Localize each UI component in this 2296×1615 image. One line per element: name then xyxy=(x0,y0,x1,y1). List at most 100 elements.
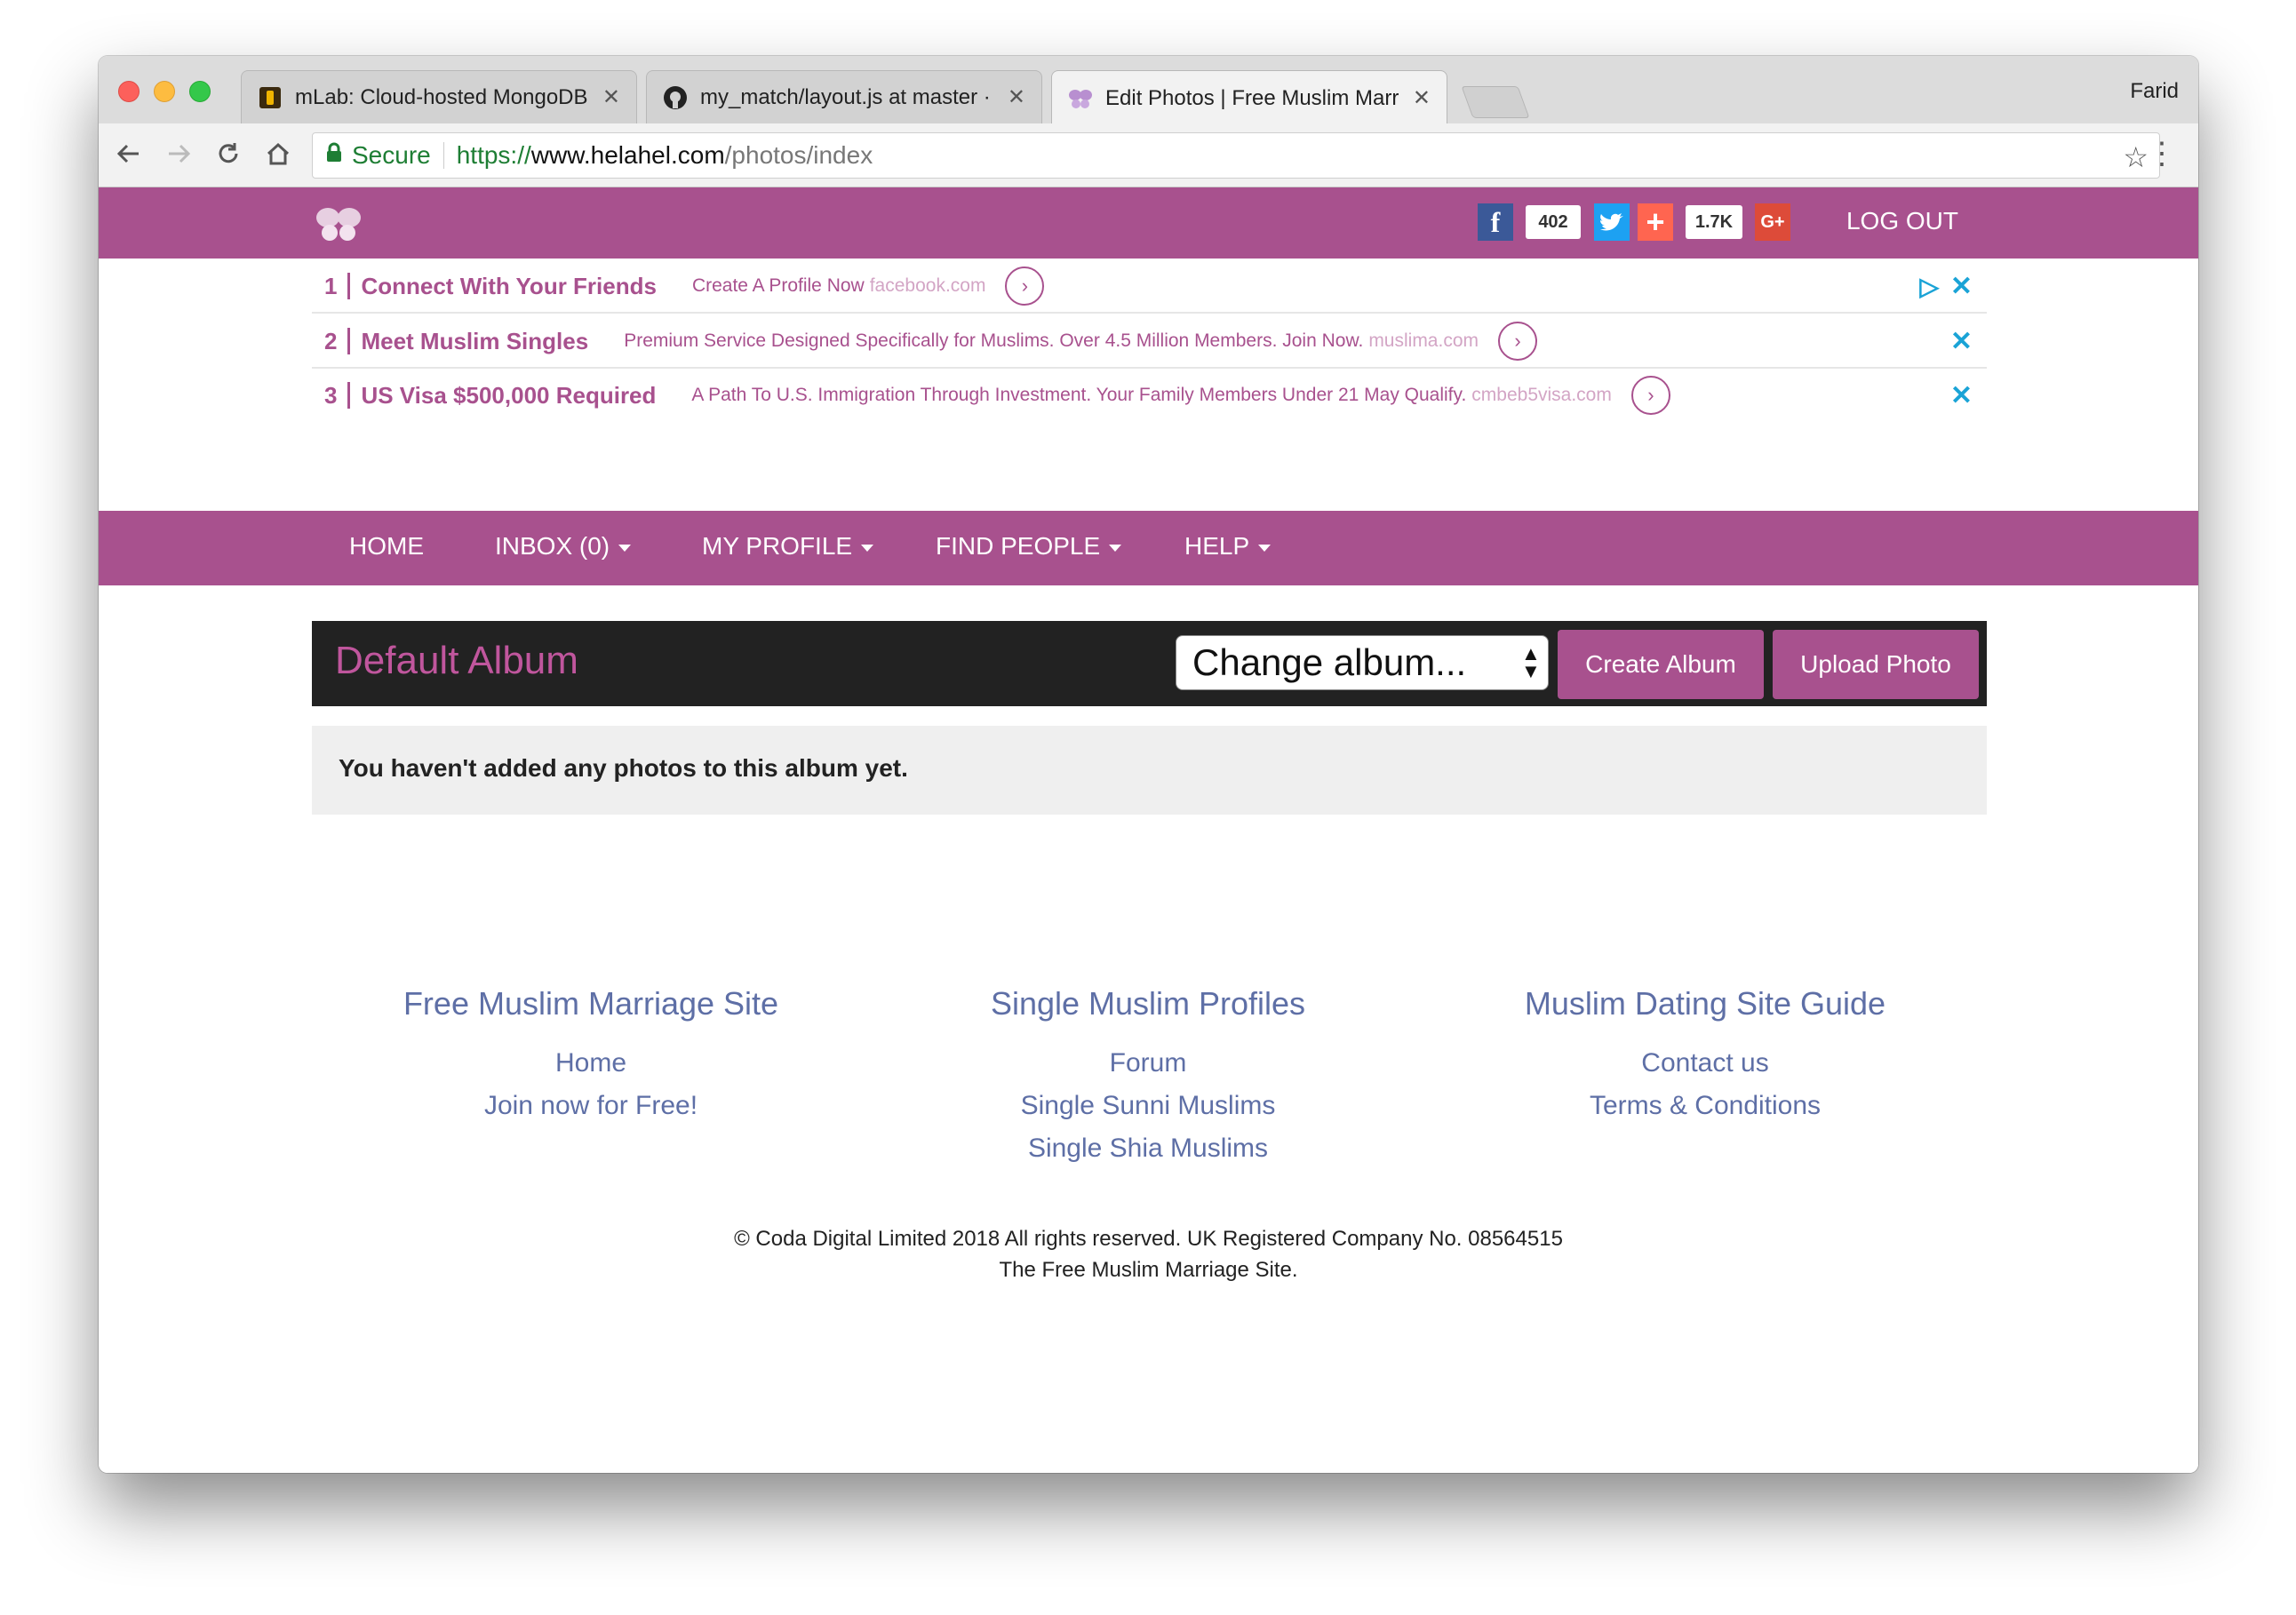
total-share-count: 1.7K xyxy=(1686,205,1742,239)
footer-column: Free Muslim Marriage Site Home Join now … xyxy=(324,985,857,1127)
ad-title[interactable]: US Visa $500,000 Required xyxy=(361,382,656,410)
secure-label: Secure xyxy=(352,141,431,169)
tab-strip: mLab: Cloud-hosted MongoDB ✕ my_match/la… xyxy=(99,56,2198,125)
ad-row[interactable]: 1 Connect With Your Friends Create A Pro… xyxy=(312,260,1987,314)
chevron-down-icon xyxy=(1258,544,1272,552)
footer-link-home[interactable]: Home xyxy=(324,1042,857,1085)
nav-inbox[interactable]: INBOX (0) xyxy=(495,532,632,561)
ad-arrow-icon[interactable]: › xyxy=(1630,376,1670,415)
ad-title[interactable]: Meet Muslim Singles xyxy=(361,328,588,355)
ad-close-icon[interactable]: ✕ xyxy=(1950,380,1973,411)
footer-heading: Free Muslim Marriage Site xyxy=(403,985,779,1022)
ad-number: 3 xyxy=(324,381,338,409)
close-window-button[interactable] xyxy=(118,81,140,102)
create-album-button[interactable]: Create Album xyxy=(1558,630,1764,699)
footer-link-terms[interactable]: Terms & Conditions xyxy=(1439,1085,1972,1127)
url-path: /photos/index xyxy=(724,141,873,169)
ad-block: 1 Connect With Your Friends Create A Pro… xyxy=(312,259,1987,454)
new-tab-button[interactable] xyxy=(1461,86,1530,118)
copyright: © Coda Digital Limited 2018 All rights r… xyxy=(99,1223,2198,1285)
copyright-line: © Coda Digital Limited 2018 All rights r… xyxy=(734,1227,1563,1251)
google-plus-share-button[interactable]: G+ xyxy=(1755,203,1790,241)
nav-help[interactable]: HELP xyxy=(1184,532,1272,561)
nav-find-people[interactable]: FIND PEOPLE xyxy=(936,532,1122,561)
empty-album-message: You haven't added any photos to this alb… xyxy=(312,726,1987,815)
bookmark-star-icon[interactable]: ☆ xyxy=(2123,140,2149,174)
footer-column: Muslim Dating Site Guide Contact us Term… xyxy=(1439,985,1972,1127)
nav-my-profile[interactable]: MY PROFILE xyxy=(702,532,874,561)
url-scheme: https:// xyxy=(456,141,531,169)
tab-title: Edit Photos | Free Muslim Marr xyxy=(1105,85,1399,110)
reload-icon xyxy=(219,143,238,163)
footer-link-sunni[interactable]: Single Sunni Muslims xyxy=(881,1085,1415,1127)
close-tab-icon[interactable]: ✕ xyxy=(1413,85,1431,111)
home-icon xyxy=(267,142,290,165)
facebook-share-button[interactable]: f xyxy=(1478,203,1513,241)
lock-icon xyxy=(325,141,343,170)
facebook-share-count: 402 xyxy=(1526,205,1581,239)
zoom-window-button[interactable] xyxy=(189,81,211,102)
ad-title[interactable]: Connect With Your Friends xyxy=(361,273,656,300)
back-arrow-icon xyxy=(116,144,139,163)
change-album-select[interactable]: Change album... ▲ ▼ xyxy=(1176,635,1549,690)
ad-domain: cmbeb5visa.com xyxy=(1471,385,1612,405)
butterfly-icon xyxy=(1068,86,1093,111)
ad-text: A Path To U.S. Immigration Through Inves… xyxy=(691,385,1612,405)
footer-link-forum[interactable]: Forum xyxy=(881,1042,1415,1085)
back-button[interactable] xyxy=(111,136,147,171)
forward-arrow-icon xyxy=(169,144,191,163)
ad-number: 1 xyxy=(324,272,338,299)
ad-text: Create A Profile Now facebook.com xyxy=(691,275,986,296)
github-icon xyxy=(663,85,688,110)
ad-number: 2 xyxy=(324,327,338,354)
footer-link-contact[interactable]: Contact us xyxy=(1439,1042,1972,1085)
web-page: f 402 + 1.7K G+ LOG OUT 1 Connect With Y… xyxy=(99,187,2198,1473)
chevron-down-icon xyxy=(1109,544,1122,552)
address-bar[interactable]: Secure https:// www.helahel.com /photos/… xyxy=(312,132,2160,179)
forward-button[interactable] xyxy=(161,136,196,171)
site-top-bar: f 402 + 1.7K G+ LOG OUT xyxy=(99,187,2198,259)
ad-separator xyxy=(347,382,351,409)
close-tab-icon[interactable]: ✕ xyxy=(1008,84,1025,110)
album-title: Default Album xyxy=(335,639,578,682)
select-arrows-icon: ▲ ▼ xyxy=(1521,642,1541,682)
upload-photo-button[interactable]: Upload Photo xyxy=(1773,630,1979,699)
ad-close-icon[interactable]: ✕ xyxy=(1950,326,1973,357)
browser-window: mLab: Cloud-hosted MongoDB ✕ my_match/la… xyxy=(99,56,2198,1473)
logout-link[interactable]: LOG OUT xyxy=(1846,207,1958,235)
ad-row[interactable]: 2 Meet Muslim Singles Premium Service De… xyxy=(312,315,1987,369)
ad-row[interactable]: 3 US Visa $500,000 Required A Path To U.… xyxy=(312,369,1987,422)
ad-text: Premium Service Designed Specifically fo… xyxy=(624,330,1479,351)
footer-column: Single Muslim Profiles Forum Single Sunn… xyxy=(881,985,1415,1170)
close-tab-icon[interactable]: ✕ xyxy=(602,84,620,110)
album-header: Default Album Change album... ▲ ▼ Create … xyxy=(312,621,1987,706)
ad-arrow-icon[interactable]: › xyxy=(1005,267,1045,306)
copyright-line: The Free Muslim Marriage Site. xyxy=(999,1258,1298,1282)
ad-domain: facebook.com xyxy=(869,275,986,296)
nav-home[interactable]: HOME xyxy=(349,532,424,561)
minimize-window-button[interactable] xyxy=(154,81,175,102)
ad-separator xyxy=(347,273,351,299)
ad-close-icon[interactable]: ✕ xyxy=(1950,271,1973,302)
twitter-share-button[interactable] xyxy=(1594,203,1630,241)
adchoices-icon[interactable]: ▷ xyxy=(1919,272,1939,301)
tab-title: my_match/layout.js at master · xyxy=(700,84,991,109)
browser-menu-icon[interactable]: ⋮ xyxy=(2147,136,2177,171)
chevron-down-icon xyxy=(618,544,632,552)
home-button[interactable] xyxy=(260,136,296,171)
site-butterfly-logo[interactable] xyxy=(315,205,362,247)
reload-button[interactable] xyxy=(211,136,246,171)
tab-edit-photos[interactable]: Edit Photos | Free Muslim Marr ✕ xyxy=(1051,70,1447,125)
mlab-icon xyxy=(258,85,283,110)
ad-arrow-icon[interactable]: › xyxy=(1498,322,1537,361)
addthis-share-button[interactable]: + xyxy=(1638,203,1673,241)
tab-title: mLab: Cloud-hosted MongoDB xyxy=(295,84,588,109)
url-divider xyxy=(442,142,444,169)
tab-mlab[interactable]: mLab: Cloud-hosted MongoDB ✕ xyxy=(241,70,637,123)
footer-heading: Single Muslim Profiles xyxy=(990,985,1306,1022)
tab-github[interactable]: my_match/layout.js at master · ✕ xyxy=(646,70,1042,123)
footer-link-join[interactable]: Join now for Free! xyxy=(324,1085,857,1127)
footer-link-shia[interactable]: Single Shia Muslims xyxy=(881,1127,1415,1170)
profile-name[interactable]: Farid xyxy=(2130,79,2179,104)
ad-separator xyxy=(347,328,351,354)
